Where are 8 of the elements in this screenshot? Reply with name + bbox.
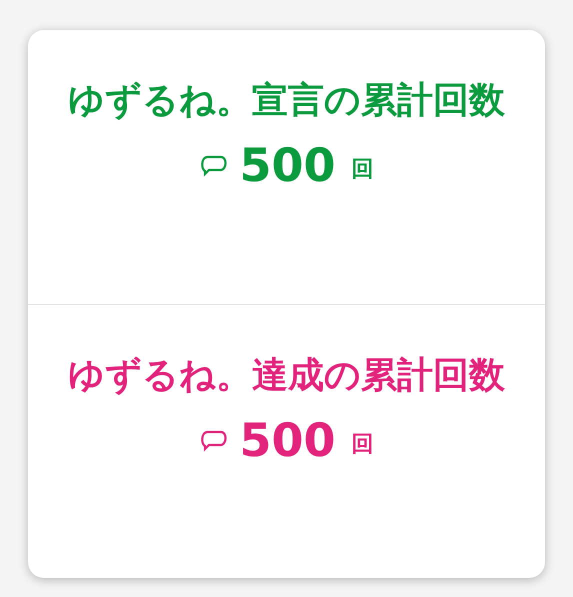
stat-title: ゆずるね。宣言の累計回数: [67, 79, 506, 123]
speech-bubble-icon: [199, 428, 230, 452]
stat-unit: 回: [352, 159, 374, 181]
stat-value: 500: [239, 417, 336, 463]
stat-unit: 回: [352, 434, 374, 456]
stat-title: ゆずるね。達成の累計回数: [67, 354, 506, 398]
speech-bubble-icon: [199, 153, 230, 177]
stat-value: 500: [239, 142, 336, 188]
